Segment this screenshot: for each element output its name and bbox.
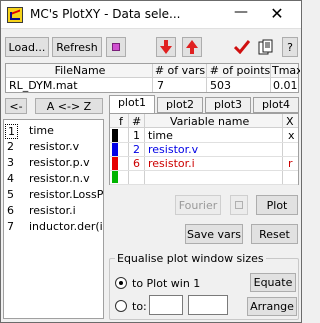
square-icon: [235, 201, 243, 209]
arrange-button[interactable]: Arrange: [247, 297, 297, 316]
back-button[interactable]: <-: [5, 98, 27, 114]
table-row[interactable]: 6 resistor.i r: [110, 157, 298, 171]
list-item[interactable]: 5 resistor.LossPo: [4, 187, 103, 203]
table-row[interactable]: 1 time x: [110, 129, 298, 143]
row-x-flag: x: [288, 129, 295, 142]
fourier-button[interactable]: Fourier: [175, 195, 221, 215]
save-vars-button[interactable]: Save vars: [185, 224, 243, 244]
radio-custom-size-label: to:: [132, 300, 147, 313]
plot-variable-table: f # Variable name X 1 time x 2 resistor.…: [109, 113, 299, 185]
col-variable-name: Variable name: [170, 115, 250, 128]
plotxy-app-icon: [7, 7, 23, 23]
row-num: 1: [133, 129, 140, 142]
tab-plot1[interactable]: plot1: [109, 95, 155, 113]
series-color-swatch[interactable]: [112, 143, 118, 156]
arrow-down-icon: [160, 40, 172, 54]
sort-toggle-button[interactable]: A <-> Z: [35, 98, 103, 114]
arrow-up-icon: [186, 40, 198, 54]
row-num: 2: [133, 143, 140, 156]
variable-list[interactable]: 1 time 2 resistor.v 3 resistor.p.v 4 resisto…: [3, 119, 104, 319]
move-down-button[interactable]: [156, 37, 176, 57]
window-title: MC's PlotXY - Data sele...: [30, 7, 181, 21]
col-tmax: Tmax: [272, 64, 300, 77]
plot-button[interactable]: Plot: [256, 195, 298, 215]
list-item[interactable]: 2 resistor.v: [4, 139, 103, 155]
plot-table-header: f # Variable name X: [110, 114, 298, 128]
list-item[interactable]: 3 resistor.p.v: [4, 155, 103, 171]
checkmark-icon: [234, 40, 250, 54]
row-x-flag: r: [288, 157, 293, 170]
equate-button[interactable]: Equate: [250, 273, 296, 292]
row-num: 6: [133, 157, 140, 170]
tab-plot4[interactable]: plot4: [253, 97, 299, 113]
col-num-vars: # of vars: [154, 64, 206, 77]
series-color-swatch[interactable]: [112, 157, 118, 170]
accept-button[interactable]: [232, 37, 252, 57]
load-button[interactable]: Load...: [5, 37, 49, 57]
file-name-cell: RL_DYM.mat: [9, 79, 78, 92]
copy-icon: [258, 39, 273, 55]
list-item[interactable]: 7 inductor.der(i): [4, 219, 103, 235]
minimize-button[interactable]: —: [231, 5, 251, 22]
col-filename: FileName: [54, 64, 106, 77]
list-item[interactable]: 4 resistor.n.v: [4, 171, 103, 187]
plotxy-window: MC's PlotXY - Data sele... — ✕ Load... R…: [0, 0, 302, 323]
list-item[interactable]: 6 resistor.i: [4, 203, 103, 219]
file-table: FileName # of vars # of points Tmax RL_D…: [5, 63, 300, 93]
row-variable-name: time: [148, 129, 173, 142]
series-color-swatch[interactable]: [112, 129, 118, 142]
color-select-button[interactable]: [106, 37, 126, 57]
row-variable-name: resistor.v: [148, 143, 199, 156]
refresh-button[interactable]: Refresh: [52, 37, 102, 57]
width-input[interactable]: [149, 295, 183, 315]
title-bar: MC's PlotXY - Data sele... — ✕: [1, 1, 301, 29]
plot-tabs: plot1 plot2 plot3 plot4: [109, 95, 299, 113]
col-num-points: # of points: [209, 64, 271, 77]
tmax-cell: 0.01: [273, 79, 298, 92]
radio-custom-size[interactable]: [115, 300, 127, 312]
copy-button[interactable]: [256, 37, 276, 57]
tab-plot3[interactable]: plot3: [205, 97, 251, 113]
move-up-button[interactable]: [182, 37, 202, 57]
col-f: f: [119, 115, 123, 128]
option-square-button[interactable]: [230, 195, 248, 215]
radio-plot-win-1-label: to Plot win 1: [132, 277, 201, 290]
col-num: #: [132, 115, 142, 128]
col-x: X: [286, 115, 294, 128]
radio-plot-win-1[interactable]: [115, 277, 127, 289]
height-input[interactable]: [188, 295, 228, 315]
close-button[interactable]: ✕: [263, 5, 291, 23]
tab-plot2[interactable]: plot2: [157, 97, 203, 113]
num-vars-cell: 7: [157, 79, 164, 92]
table-row[interactable]: 2 resistor.v: [110, 143, 298, 157]
reset-button[interactable]: Reset: [251, 224, 298, 244]
table-row[interactable]: [110, 171, 298, 185]
num-points-cell: 503: [210, 79, 231, 92]
list-item[interactable]: 1 time: [4, 123, 103, 139]
equalise-group-label: Equalise plot window sizes: [115, 252, 266, 265]
series-color-swatch[interactable]: [112, 171, 118, 183]
row-variable-name: resistor.i: [148, 157, 195, 170]
magenta-square-icon: [112, 43, 120, 51]
table-row[interactable]: RL_DYM.mat 7 503 0.01: [6, 79, 298, 92]
help-button[interactable]: ?: [282, 37, 298, 57]
